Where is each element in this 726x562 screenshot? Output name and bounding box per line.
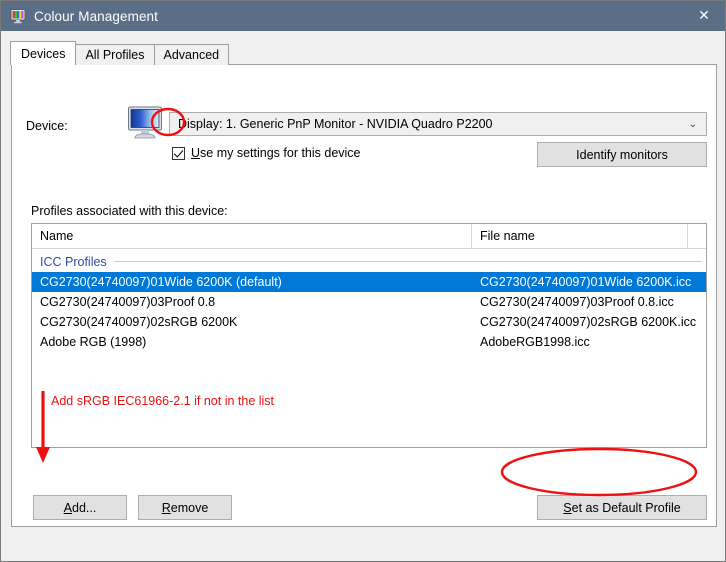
- profile-file-name: AdobeRGB1998.icc: [472, 335, 702, 349]
- profile-file-name: CG2730(24740097)01Wide 6200K.icc: [472, 275, 702, 289]
- checkbox-box[interactable]: [172, 147, 185, 160]
- table-row[interactable]: CG2730(24740097)01Wide 6200K (default) C…: [32, 272, 706, 292]
- remove-button[interactable]: Remove: [138, 495, 232, 520]
- listbox-header: Name File name: [32, 224, 706, 249]
- add-button[interactable]: Add...: [33, 495, 127, 520]
- colour-monitor-icon: [10, 8, 26, 24]
- table-row[interactable]: Adobe RGB (1998) AdobeRGB1998.icc: [32, 332, 706, 352]
- identify-monitors-button[interactable]: Identify monitors: [537, 142, 707, 167]
- accelerator-letter: A: [64, 501, 72, 515]
- accelerator-letter: U: [191, 146, 200, 160]
- set-default-label: et as Default Profile: [572, 501, 681, 515]
- devices-tab-panel: Device:: [11, 64, 717, 527]
- table-row[interactable]: CG2730(24740097)03Proof 0.8 CG2730(24740…: [32, 292, 706, 312]
- set-as-default-profile-button[interactable]: Set as Default Profile: [537, 495, 707, 520]
- profile-name: CG2730(24740097)03Proof 0.8: [32, 295, 472, 309]
- use-my-settings-label: Use my settings for this device: [191, 146, 361, 160]
- device-select-value: Display: 1. Generic PnP Monitor - NVIDIA…: [170, 117, 680, 131]
- column-header-file-name[interactable]: File name: [472, 224, 688, 248]
- use-my-settings-checkbox[interactable]: Use my settings for this device: [172, 146, 361, 160]
- footer-bar: Close: [1, 527, 726, 562]
- remove-button-label: emove: [171, 501, 209, 515]
- accelerator-letter: S: [563, 501, 571, 515]
- group-header-rule: [114, 261, 702, 262]
- window-title: Colour Management: [34, 9, 158, 24]
- group-header-label: ICC Profiles: [40, 255, 107, 269]
- group-header-icc-profiles: ICC Profiles: [32, 251, 706, 272]
- profiles-listbox[interactable]: Name File name ICC Profiles CG2730(24740…: [31, 223, 707, 448]
- column-header-name[interactable]: Name: [32, 224, 472, 248]
- device-select[interactable]: Display: 1. Generic PnP Monitor - NVIDIA…: [169, 112, 707, 136]
- profile-name: CG2730(24740097)02sRGB 6200K: [32, 315, 472, 329]
- profile-name: CG2730(24740097)01Wide 6200K (default): [32, 275, 472, 289]
- monitor-icon: [124, 105, 168, 141]
- tab-strip: Devices All Profiles Advanced: [11, 41, 228, 65]
- profile-file-name: CG2730(24740097)03Proof 0.8.icc: [472, 295, 702, 309]
- accelerator-letter: R: [162, 501, 171, 515]
- tab-advanced[interactable]: Advanced: [154, 44, 230, 65]
- checkbox-label-rest: se my settings for this device: [200, 146, 360, 160]
- colour-management-window: Colour Management ✕ Devices All Profiles…: [0, 0, 726, 562]
- table-row[interactable]: CG2730(24740097)02sRGB 6200K CG2730(2474…: [32, 312, 706, 332]
- chevron-down-icon: ⌄: [680, 119, 706, 130]
- profiles-list-label: Profiles associated with this device:: [31, 204, 228, 218]
- tab-all-profiles[interactable]: All Profiles: [75, 44, 154, 65]
- profile-file-name: CG2730(24740097)02sRGB 6200K.icc: [472, 315, 702, 329]
- add-button-label: dd...: [72, 501, 96, 515]
- device-label: Device:: [26, 119, 68, 133]
- profile-name: Adobe RGB (1998): [32, 335, 472, 349]
- annotation-note: Add sRGB IEC61966-2.1 if not in the list: [51, 394, 274, 408]
- title-bar: Colour Management ✕: [1, 1, 726, 31]
- tab-devices[interactable]: Devices: [10, 41, 76, 65]
- close-icon[interactable]: ✕: [681, 1, 726, 31]
- client-area: Devices All Profiles Advanced Device:: [1, 31, 726, 562]
